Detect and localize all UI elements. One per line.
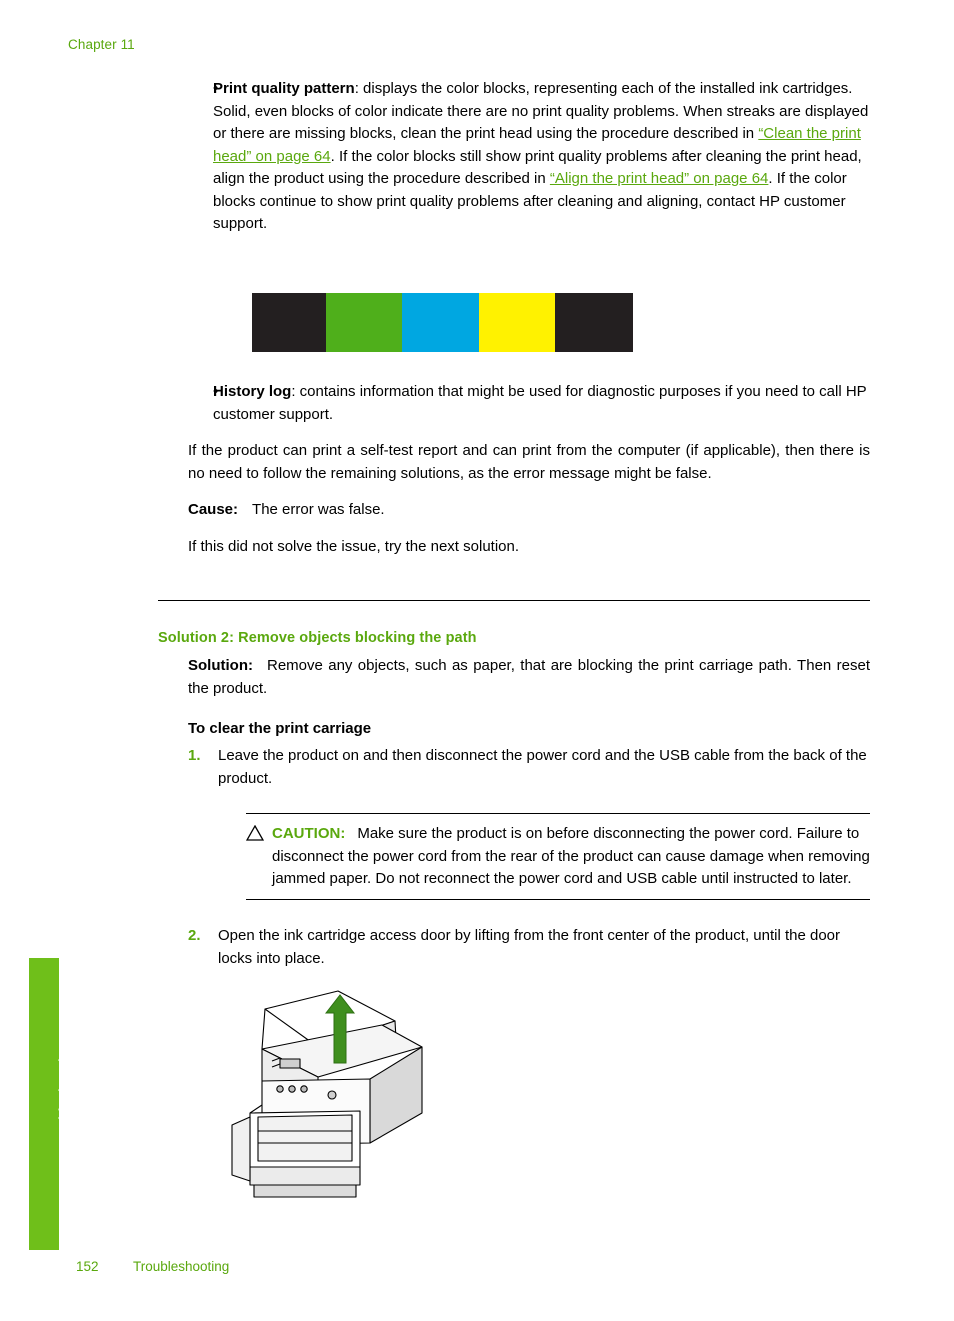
footer-section-name: Troubleshooting [133,1259,230,1274]
bullet-marker: • [213,383,219,400]
solution-label: Solution: [188,657,253,674]
footer-page-number: 152 [76,1259,99,1274]
cyan-block [402,293,479,352]
solution2-step2-wrap: 2. Open the ink cartridge access door by… [158,925,870,970]
step-text: Leave the product on and then disconnect… [218,747,867,787]
solution-text: Remove any objects, such as paper, that … [188,657,870,697]
cause-label: Cause: [188,501,239,518]
page-content-lower: • History log: contains information that… [158,381,870,558]
green-block [326,293,402,352]
bullet-text: Print quality pattern: displays the colo… [213,78,870,236]
procedure-heading: To clear the print carriage [188,720,372,737]
next-solution-paragraph: If this did not solve the issue, try the… [188,537,520,555]
bullet-term: Print quality pattern [213,80,355,97]
link-align-print-head[interactable]: “Align the print head” on page 64 [550,170,769,187]
solution-paragraph: Solution: Remove any objects, such as pap… [188,655,870,700]
cause-paragraph: Cause: The error was false. [188,499,870,522]
chapter-header: Chapter 11 [68,37,135,52]
print-quality-pattern-image [252,293,635,352]
caution-note: CAUTION: Make sure the product is on befo… [245,813,870,900]
bullet-item-print-quality: • Print quality pattern: displays the co… [158,78,870,236]
caution-label: CAUTION: [272,825,346,842]
step-2: 2. Open the ink cartridge access door by… [188,925,870,970]
step-number: 2. [188,927,201,944]
side-tab-label: Troubleshooting [56,1041,72,1150]
solution2-content: Solution: Remove any objects, such as pap… [158,655,870,790]
bullet-text-part-1: : contains information that might be use… [213,383,867,423]
paragraph-selftest: If the product can print a self-test rep… [188,442,870,482]
step-text: Open the ink cartridge access door by li… [218,927,841,967]
caution-body: CAUTION: Make sure the product is on befo… [245,814,870,899]
document-page: Chapter 11 • Print quality pattern: disp… [0,0,954,1321]
black-block-2 [555,293,633,352]
page-content: • Print quality pattern: displays the co… [158,78,870,236]
caution-message: Make sure the product is on before disco… [272,825,870,887]
cause-text: The error was false. [252,501,385,518]
step-number: 1. [188,747,201,764]
caution-bottom-rule [246,898,870,900]
printer-open-door-illustration [210,985,470,1215]
bullet-item-history-log: • History log: contains information that… [158,381,870,426]
warning-triangle-icon [245,823,272,891]
bullet-marker: • [213,80,219,97]
bullet-text: History log: contains information that m… [213,381,870,426]
bullet-term: History log [213,383,292,400]
solution2-heading: Solution 2: Remove objects blocking the … [158,630,477,646]
side-tab-troubleshooting: Troubleshooting [29,958,72,1250]
yellow-block [479,293,555,352]
step-1: 1. Leave the product on and then disconn… [188,745,870,790]
caution-text: CAUTION: Make sure the product is on befo… [272,823,870,891]
section-divider [158,600,870,601]
black-block [252,293,326,352]
